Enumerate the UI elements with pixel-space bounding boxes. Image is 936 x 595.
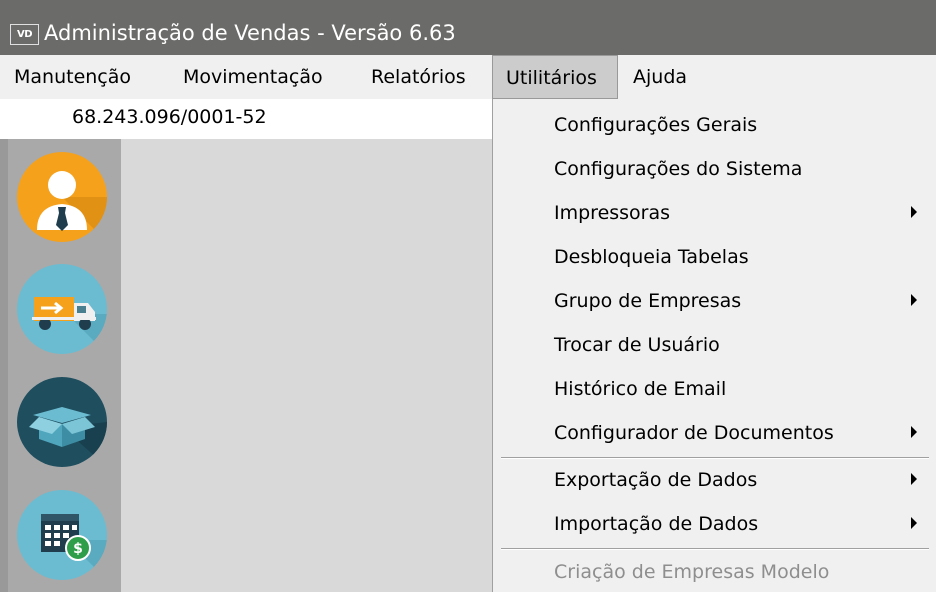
menu-item-label: Histórico de Email (554, 378, 727, 400)
menu-item-importacao-dados[interactable]: Importação de Dados (493, 503, 936, 547)
menu-item-exportacao-dados[interactable]: Exportação de Dados (493, 459, 936, 503)
utilitarios-dropdown: Configurações Gerais Configurações do Si… (492, 99, 936, 592)
menu-item-label: Criação de Empresas Modelo (554, 561, 830, 583)
menu-relatorios[interactable]: Relatórios (371, 55, 466, 99)
menu-item-label: Exportação de Dados (554, 469, 758, 491)
shortcut-panel: $ (0, 139, 121, 592)
menu-item-label: Configurações do Sistema (554, 158, 803, 180)
menu-item-configuracoes-gerais[interactable]: Configurações Gerais (493, 104, 936, 148)
panel-edge (0, 139, 8, 592)
calendar-money-icon[interactable]: $ (17, 490, 107, 580)
window-title: Administração de Vendas - Versão 6.63 (44, 21, 456, 45)
menu-utilitarios[interactable]: Utilitários (492, 55, 618, 99)
menu-ajuda[interactable]: Ajuda (633, 55, 687, 99)
title-bar: VD Administração de Vendas - Versão 6.63 (0, 0, 936, 55)
menu-item-trocar-usuario[interactable]: Trocar de Usuário (493, 324, 936, 368)
menu-item-configuracoes-sistema[interactable]: Configurações do Sistema (493, 148, 936, 192)
company-bar: 68.243.096/0001-52 (0, 99, 492, 139)
menu-item-historico-email[interactable]: Histórico de Email (493, 368, 936, 412)
menu-item-label: Importação de Dados (554, 513, 759, 535)
submenu-arrow-icon (911, 426, 917, 438)
menu-item-impressoras[interactable]: Impressoras (493, 192, 936, 236)
menu-item-desbloqueia-tabelas[interactable]: Desbloqueia Tabelas (493, 236, 936, 280)
submenu-arrow-icon (911, 473, 917, 485)
menu-item-label: Trocar de Usuário (554, 334, 720, 356)
menu-item-label: Impressoras (554, 202, 671, 224)
menu-item-label: Grupo de Empresas (554, 290, 742, 312)
svg-text:$: $ (73, 541, 83, 557)
app-logo-icon: VD (10, 24, 39, 45)
user-icon[interactable] (17, 152, 107, 242)
menu-item-grupo-empresas[interactable]: Grupo de Empresas (493, 280, 936, 324)
menu-separator (501, 548, 929, 550)
menu-item-label: Desbloqueia Tabelas (554, 246, 749, 268)
submenu-arrow-icon (911, 294, 917, 306)
main-content-area (121, 139, 492, 592)
company-cnpj: 68.243.096/0001-52 (72, 106, 267, 128)
submenu-arrow-icon (911, 206, 917, 218)
menu-item-label: Configurações Gerais (554, 114, 758, 136)
open-box-icon[interactable] (17, 377, 107, 467)
menu-item-configurador-documentos[interactable]: Configurador de Documentos (493, 412, 936, 456)
menu-bar: Manutenção Movimentação Relatórios Utili… (0, 55, 936, 99)
submenu-arrow-icon (911, 517, 917, 529)
menu-item-label: Configurador de Documentos (554, 422, 834, 444)
menu-item-criacao-empresas-modelo: Criação de Empresas Modelo (493, 551, 936, 595)
delivery-truck-icon[interactable] (17, 264, 107, 354)
menu-manutencao[interactable]: Manutenção (14, 55, 131, 99)
menu-movimentacao[interactable]: Movimentação (183, 55, 323, 99)
